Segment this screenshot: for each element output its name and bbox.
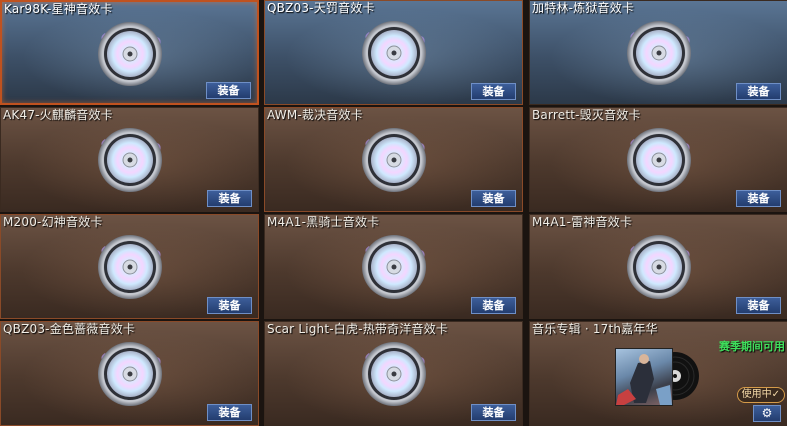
- album-cover-image: [615, 348, 673, 406]
- equip-button[interactable]: 装备: [736, 83, 781, 100]
- card-title: M4A1-黑骑士音效卡: [267, 215, 380, 229]
- sound-card[interactable]: M4A1-黑骑士音效卡 装备: [264, 214, 523, 319]
- speaker-disc-icon: [357, 123, 431, 197]
- equip-button[interactable]: 装备: [207, 404, 252, 421]
- sound-card[interactable]: QBZ03-金色蔷薇音效卡 装备: [0, 321, 259, 426]
- equip-button[interactable]: 装备: [471, 190, 516, 207]
- sound-card[interactable]: 加特林-炼狱音效卡 装备: [529, 0, 787, 105]
- equip-button[interactable]: 装备: [471, 404, 516, 421]
- speaker-disc-icon: [357, 230, 431, 304]
- equip-button[interactable]: 装备: [206, 82, 251, 99]
- card-title: 加特林-炼狱音效卡: [532, 1, 635, 15]
- speaker-disc-icon: [357, 16, 431, 90]
- speaker-disc-icon: [622, 123, 696, 197]
- sound-card[interactable]: Kar98K-星神音效卡 装备: [0, 0, 259, 105]
- card-title: M200-幻神音效卡: [3, 215, 103, 229]
- season-availability-label: 赛季期间可用: [719, 340, 785, 353]
- sound-card[interactable]: AK47-火麒麟音效卡 装备: [0, 107, 259, 212]
- sound-card[interactable]: M200-幻神音效卡 装备: [0, 214, 259, 319]
- sound-card[interactable]: AWM-裁决音效卡 装备: [264, 107, 523, 212]
- in-use-badge: 使用中✓: [736, 387, 785, 403]
- speaker-disc-icon: [93, 337, 167, 411]
- equip-button[interactable]: 装备: [471, 83, 516, 100]
- sound-card[interactable]: M4A1-雷神音效卡 装备: [529, 214, 787, 319]
- speaker-disc-icon: [622, 16, 696, 90]
- card-title: QBZ03-金色蔷薇音效卡: [3, 322, 136, 336]
- sound-card[interactable]: Scar Light-白虎-热带奇洋音效卡 装备: [264, 321, 523, 426]
- card-title: AWM-裁决音效卡: [267, 108, 363, 122]
- card-title: Kar98K-星神音效卡: [4, 2, 113, 16]
- equip-button[interactable]: 装备: [471, 297, 516, 314]
- card-title: Barrett-毁灭音效卡: [532, 108, 641, 122]
- card-title: M4A1-雷神音效卡: [532, 215, 633, 229]
- equip-button[interactable]: 装备: [207, 190, 252, 207]
- equip-button[interactable]: 装备: [736, 297, 781, 314]
- sound-card[interactable]: QBZ03-天罚音效卡 装备: [264, 0, 523, 105]
- equip-button[interactable]: 装备: [736, 190, 781, 207]
- sound-card-grid: Kar98K-星神音效卡 装备 QBZ03-天罚音效卡 装备 加特林-炼狱音效卡…: [0, 0, 787, 426]
- card-title: AK47-火麒麟音效卡: [3, 108, 113, 122]
- music-album-card[interactable]: 音乐专辑 · 17th嘉年华 赛季期间可用 使用中✓ ⚙: [529, 321, 787, 426]
- album-title: 音乐专辑 · 17th嘉年华: [532, 322, 658, 336]
- speaker-disc-icon: [622, 230, 696, 304]
- gear-icon[interactable]: ⚙: [753, 405, 781, 422]
- card-title: Scar Light-白虎-热带奇洋音效卡: [267, 322, 449, 336]
- speaker-disc-icon: [93, 17, 167, 91]
- sound-card[interactable]: Barrett-毁灭音效卡 装备: [529, 107, 787, 212]
- equip-button[interactable]: 装备: [207, 297, 252, 314]
- speaker-disc-icon: [93, 230, 167, 304]
- speaker-disc-icon: [357, 337, 431, 411]
- card-title: QBZ03-天罚音效卡: [267, 1, 375, 15]
- speaker-disc-icon: [93, 123, 167, 197]
